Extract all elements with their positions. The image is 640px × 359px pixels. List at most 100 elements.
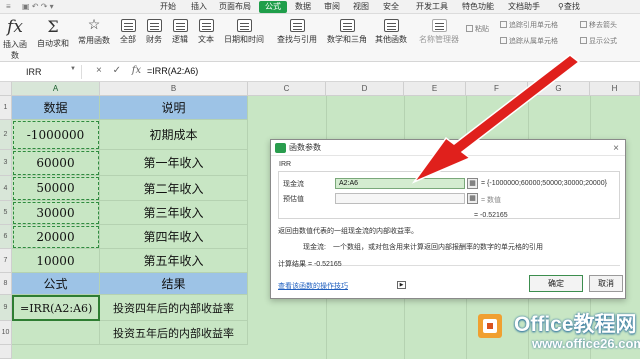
remove-arrows-icon (580, 21, 587, 28)
cell-b1[interactable]: 说明 (100, 96, 248, 120)
tab-page-layout[interactable]: 页面布局 (219, 1, 251, 13)
select-all-corner[interactable] (0, 82, 12, 96)
show-formulas-button[interactable]: 显示公式 (580, 36, 617, 46)
row-header-9[interactable]: 9 (0, 295, 12, 321)
cell-b5[interactable]: 第三年收入 (100, 201, 248, 225)
arg-description: 一个数组，或对包含用来计算返回内部报酬率的数字的单元格的引用 (333, 244, 543, 251)
autosum-button[interactable]: Σ 自动求和 (34, 17, 72, 49)
logical-icon (172, 19, 188, 32)
tab-formulas[interactable]: 公式 (259, 1, 287, 13)
remove-arrows-button[interactable]: 移去箭头 (580, 20, 617, 30)
confirm-icon[interactable]: ✓ (113, 65, 121, 76)
column-header-a[interactable]: A (12, 82, 100, 96)
cell-a1[interactable]: 数据 (12, 96, 100, 120)
guess-input[interactable] (335, 193, 465, 204)
cell-a2[interactable]: -1000000 (12, 120, 100, 150)
watermark-url: www.office26.com (532, 336, 640, 351)
tab-view[interactable]: 视图 (353, 1, 369, 13)
row-header-8[interactable]: 8 (0, 273, 12, 295)
row-header-5[interactable]: 5 (0, 201, 12, 225)
row-header-10[interactable]: 10 (0, 321, 12, 345)
trace-precedents-button[interactable]: 追踪引用单元格 (500, 20, 558, 30)
math-trig-button[interactable]: 数学和三角 (324, 19, 370, 45)
cell-b8[interactable]: 结果 (100, 273, 248, 295)
video-help-icon[interactable]: ▶ (397, 281, 406, 289)
menu-overflow-icon[interactable]: ≡ (6, 1, 11, 13)
function-list-icon (120, 19, 136, 32)
text-button[interactable]: 文本 (194, 19, 218, 45)
cell-b4[interactable]: 第二年收入 (100, 176, 248, 201)
range-select-icon[interactable]: ▦ (467, 193, 478, 204)
column-header-b[interactable]: B (100, 82, 248, 96)
close-icon[interactable]: × (613, 141, 619, 157)
tab-data[interactable]: 数据 (295, 1, 311, 13)
row-header-4[interactable]: 4 (0, 176, 12, 201)
logical-button[interactable]: 逻辑 (168, 19, 192, 45)
ribbon-toolbar: fx 插入函数 Σ 自动求和 ☆ 常用函数 全部 财务 逻辑 文本 日期和时间 … (0, 14, 640, 62)
all-functions-button[interactable]: 全部 (116, 19, 140, 45)
text-icon (198, 19, 214, 32)
cancel-icon[interactable]: × (96, 65, 102, 76)
column-header-c[interactable]: C (248, 82, 326, 96)
tab-review[interactable]: 审阅 (324, 1, 340, 13)
row-header-2[interactable]: 2 (0, 120, 12, 150)
cell-a9-active[interactable]: =IRR(A2:A6) (12, 295, 100, 321)
cell-a7[interactable]: 10000 (12, 249, 100, 273)
range-select-icon[interactable]: ▦ (467, 178, 478, 189)
cell-a5[interactable]: 30000 (12, 201, 100, 225)
cell-b7[interactable]: 第五年收入 (100, 249, 248, 273)
other-functions-button[interactable]: 其他函数 (372, 19, 410, 45)
column-header-g[interactable]: G (528, 82, 590, 96)
ribbon-tab-bar: ≡ ▣ ↶ ↷ ▾ 开始 插入 页面布局 公式 数据 审阅 视图 安全 开发工具… (0, 0, 640, 14)
insert-function-button[interactable]: fx 插入函数 (0, 17, 30, 61)
ok-button[interactable]: 确定 (529, 275, 583, 292)
office-logo-icon (478, 314, 502, 338)
cell-b2[interactable]: 初期成本 (100, 120, 248, 150)
tab-security[interactable]: 安全 (383, 1, 399, 13)
financial-button[interactable]: 财务 (142, 19, 166, 45)
cell-b10[interactable]: 投资五年后的内部收益率 (100, 321, 248, 345)
cell-a8[interactable]: 公式 (12, 273, 100, 295)
help-link[interactable]: 查看该函数的操作技巧 (278, 281, 348, 291)
watermark: Office教程网 www.office26.com (470, 300, 640, 359)
dialog-title-bar[interactable]: 函数参数 × (271, 140, 625, 156)
quick-access-icons[interactable]: ▣ ↶ ↷ ▾ (22, 1, 54, 13)
tab-home[interactable]: 开始 (160, 1, 176, 13)
row-header-7[interactable]: 7 (0, 249, 12, 273)
show-formulas-icon (580, 37, 587, 44)
column-header-d[interactable]: D (326, 82, 404, 96)
lookup-reference-button[interactable]: 查找与引用 (272, 19, 322, 45)
column-header-f[interactable]: F (466, 82, 528, 96)
row-header-3[interactable]: 3 (0, 150, 12, 176)
cell-a10[interactable] (12, 321, 100, 345)
tab-insert[interactable]: 插入 (191, 1, 207, 13)
name-manager-icon (431, 19, 447, 32)
cash-flow-input[interactable]: A2:A6 (335, 178, 465, 189)
row-header-11[interactable] (0, 345, 12, 359)
cell-b3[interactable]: 第一年收入 (100, 150, 248, 176)
row-header-6[interactable]: 6 (0, 225, 12, 249)
trace-dependents-button[interactable]: 追踪从属单元格 (500, 36, 558, 46)
formula-bar-controls: × ✓ fx (96, 65, 149, 76)
fx-icon[interactable]: fx (132, 65, 141, 76)
common-functions-button[interactable]: ☆ 常用函数 (74, 17, 114, 46)
tab-doc-assistant[interactable]: 文档助手 (508, 1, 540, 13)
column-header-h[interactable]: H (590, 82, 640, 96)
tab-special[interactable]: 特色功能 (462, 1, 494, 13)
cell-a4[interactable]: 50000 (12, 176, 100, 201)
tab-developer[interactable]: 开发工具 (416, 1, 448, 13)
sigma-icon: Σ (47, 17, 59, 36)
cell-a6[interactable]: 20000 (12, 225, 100, 249)
cancel-button[interactable]: 取消 (589, 275, 623, 292)
name-box-dropdown-icon[interactable]: ▼ (70, 66, 76, 72)
search-box[interactable]: ⚲查找 (558, 1, 580, 13)
name-manager-button[interactable]: 名称管理器 (416, 19, 462, 45)
formula-input[interactable]: =IRR(A2:A6) (147, 66, 198, 76)
cell-b6[interactable]: 第四年收入 (100, 225, 248, 249)
cell-b9[interactable]: 投资四年后的内部收益率 (100, 295, 248, 321)
paste-button[interactable]: 粘贴 (466, 24, 489, 34)
date-time-button[interactable]: 日期和时间 (222, 19, 266, 45)
row-header-1[interactable]: 1 (0, 96, 12, 120)
column-header-e[interactable]: E (404, 82, 466, 96)
cell-a3[interactable]: 60000 (12, 150, 100, 176)
